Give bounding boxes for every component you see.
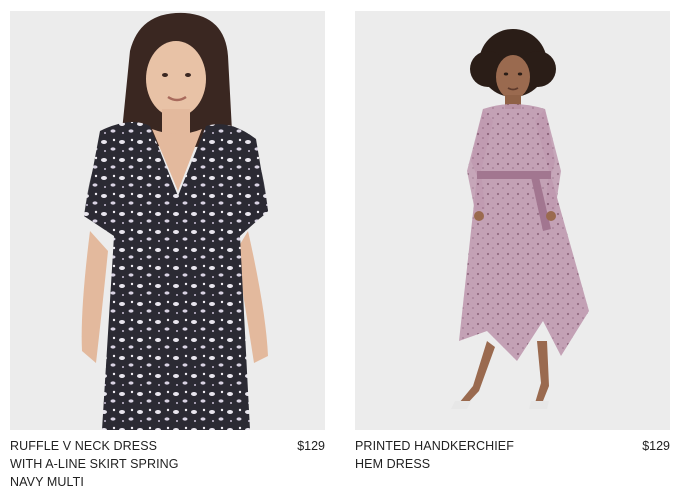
product-image-1[interactable] bbox=[10, 11, 325, 430]
product-card-2[interactable]: PRINTED HANDKERCHIEF HEM DRESS $129 bbox=[355, 11, 670, 491]
dress-photo-2 bbox=[355, 11, 670, 430]
product-price-1: $129 bbox=[297, 439, 325, 453]
product-image-2[interactable] bbox=[355, 11, 670, 430]
product-card-1[interactable]: RUFFLE V NECK DRESS WITH A-LINE SKIRT SP… bbox=[10, 11, 325, 491]
dress-photo-1 bbox=[10, 11, 325, 430]
product-name-2[interactable]: PRINTED HANDKERCHIEF HEM DRESS bbox=[355, 437, 595, 473]
product-meta-2: PRINTED HANDKERCHIEF HEM DRESS $129 bbox=[355, 430, 670, 473]
product-name-line[interactable]: PRINTED HANDKERCHIEF bbox=[355, 437, 595, 455]
product-name-line[interactable]: WITH A-LINE SKIRT SPRING bbox=[10, 455, 250, 473]
product-name-line[interactable]: RUFFLE V NECK DRESS bbox=[10, 437, 250, 455]
product-grid: RUFFLE V NECK DRESS WITH A-LINE SKIRT SP… bbox=[10, 11, 670, 491]
product-name-1[interactable]: RUFFLE V NECK DRESS WITH A-LINE SKIRT SP… bbox=[10, 437, 250, 491]
product-meta-1: RUFFLE V NECK DRESS WITH A-LINE SKIRT SP… bbox=[10, 430, 325, 491]
product-price-2: $129 bbox=[642, 439, 670, 453]
product-name-line[interactable]: HEM DRESS bbox=[355, 455, 595, 473]
product-name-line[interactable]: NAVY MULTI bbox=[10, 473, 250, 491]
